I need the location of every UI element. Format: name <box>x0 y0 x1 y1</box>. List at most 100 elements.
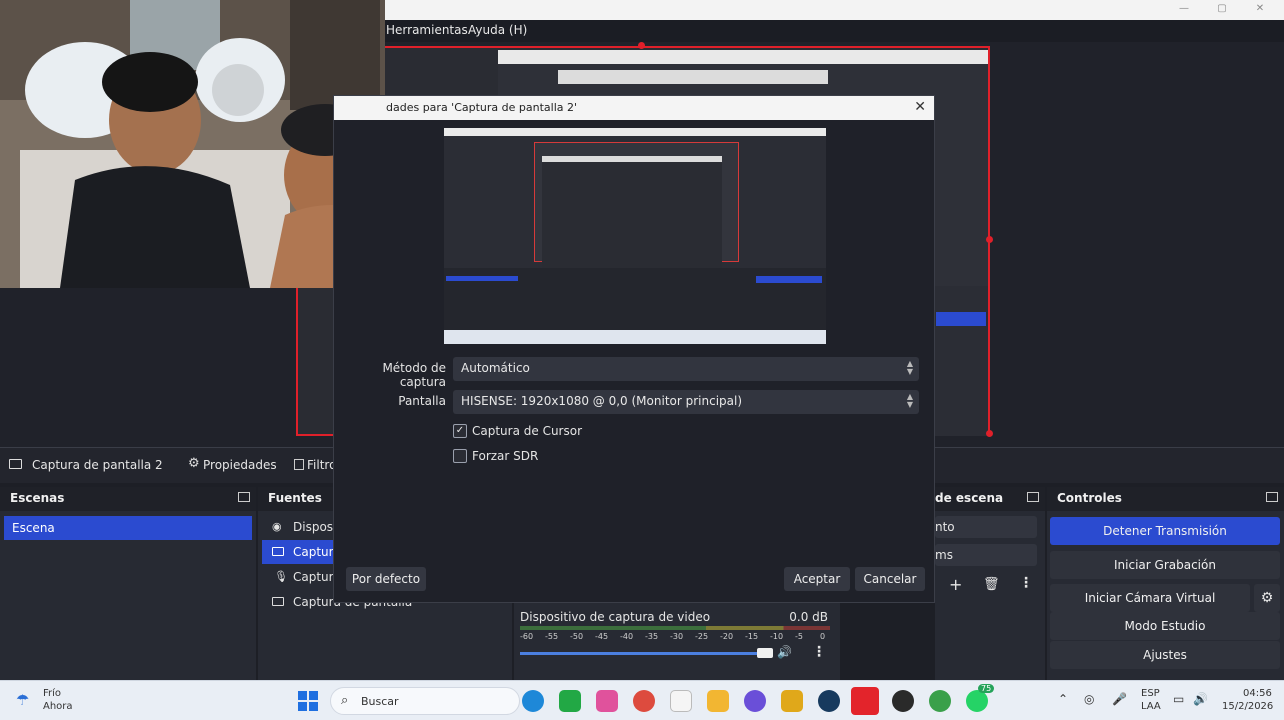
nested-dock <box>934 286 988 436</box>
undock-icon[interactable] <box>238 492 250 502</box>
folder-icon[interactable] <box>707 690 729 712</box>
microphone-icon[interactable]: 🎤 <box>1112 692 1127 706</box>
undock-icon[interactable] <box>1027 492 1039 502</box>
monitor-icon <box>9 459 22 469</box>
cancel-button[interactable]: Cancelar <box>855 567 925 591</box>
language-sub: LAA <box>1141 701 1161 712</box>
display-icon[interactable]: ▭ <box>1173 692 1184 706</box>
copilot-icon[interactable] <box>596 690 618 712</box>
volume-slider-handle[interactable] <box>757 648 773 658</box>
language-label[interactable]: ESP <box>1141 688 1160 699</box>
menu-herramientas[interactable]: Herramientas <box>386 23 468 37</box>
meter-tick-label: -45 <box>595 632 609 641</box>
capture-method-value: Automático <box>461 361 530 375</box>
monitor-icon <box>272 547 284 556</box>
search-placeholder: Buscar <box>361 695 399 708</box>
search-box[interactable]: ⌕ Buscar <box>330 687 520 715</box>
meter-tick-label: -35 <box>645 632 659 641</box>
force-sdr-label: Forzar SDR <box>472 449 539 463</box>
controls-title: Controles <box>1047 487 1284 511</box>
display-label: Pantalla <box>398 394 446 408</box>
play-icon[interactable] <box>559 690 581 712</box>
more-icon[interactable]: ⋮ <box>812 644 826 660</box>
capture-method-select[interactable]: Automático ▲ ▼ <box>453 357 919 381</box>
close-icon[interactable]: ✕ <box>914 99 926 115</box>
dialog-title: dades para 'Captura de pantalla 2' <box>334 96 934 120</box>
scenes-dock: Escenas Escena <box>0 487 256 680</box>
chevron-up-icon[interactable]: ⌃ <box>1058 692 1068 706</box>
capture-cursor-label: Captura de Cursor <box>472 424 583 438</box>
weather-icon[interactable]: ☂ <box>16 691 29 709</box>
resize-handle-corner[interactable] <box>986 430 993 437</box>
app-icon[interactable] <box>744 690 766 712</box>
meter-tick-label: -15 <box>745 632 759 641</box>
chrome-profile-icon[interactable] <box>929 690 951 712</box>
rockstar-icon[interactable] <box>781 690 803 712</box>
webcam-feed <box>0 0 385 288</box>
studio-mode-button[interactable]: Modo Estudio <box>1050 612 1280 640</box>
preview-highlight <box>446 276 518 281</box>
meter-tick-label: -5 <box>795 632 803 641</box>
dialog-preview <box>444 128 826 344</box>
steam-icon[interactable] <box>818 690 840 712</box>
gear-icon[interactable]: ⚙ <box>188 456 200 471</box>
resize-handle-right[interactable] <box>986 236 993 243</box>
source-name: Captura de pantalla 2 <box>32 458 163 472</box>
capture-cursor-checkbox[interactable]: ✓ <box>453 424 467 438</box>
updown-icon: ▲ ▼ <box>906 359 913 376</box>
chrome-icon[interactable] <box>633 690 655 712</box>
opera-icon[interactable] <box>851 687 879 715</box>
maximize-icon[interactable]: ▢ <box>1212 3 1232 17</box>
resize-handle-top[interactable] <box>638 42 645 49</box>
accept-button[interactable]: Aceptar <box>784 567 850 591</box>
transition-duration[interactable]: ms <box>935 544 1037 566</box>
meter-tick-label: 0 <box>820 632 826 641</box>
nested-highlight <box>936 312 986 326</box>
virtual-camera-button[interactable]: Iniciar Cámara Virtual <box>1050 584 1250 612</box>
whatsapp-icon[interactable]: 75 <box>966 684 995 712</box>
add-icon[interactable]: + <box>949 575 962 594</box>
filters-button[interactable]: Filtro <box>307 458 336 472</box>
properties-dialog: dades para 'Captura de pantalla 2' ✕ Mét… <box>333 95 935 603</box>
meter-tick-label: -20 <box>720 632 734 641</box>
file-icon[interactable] <box>670 690 692 712</box>
obs-icon[interactable] <box>892 690 914 712</box>
scene-item[interactable]: Escena <box>4 516 252 540</box>
menu-ayuda[interactable]: Ayuda (H) <box>468 23 527 37</box>
webcam-image <box>0 0 385 288</box>
meter-tick-label: -60 <box>520 632 534 641</box>
undock-icon[interactable] <box>1266 492 1278 502</box>
start-recording-button[interactable]: Iniciar Grabación <box>1050 551 1280 579</box>
stop-stream-button[interactable]: Detener Transmisión <box>1050 517 1280 545</box>
transitions-dock: de escena nto ms + 🗑 ⋮ <box>935 487 1045 680</box>
mixer-device-name: Dispositivo de captura de video <box>520 610 711 624</box>
camera-icon: ◉ <box>272 520 282 533</box>
default-button[interactable]: Por defecto <box>346 567 426 591</box>
display-value: HISENSE: 1920x1080 @ 0,0 (Monitor princi… <box>461 394 743 408</box>
gear-icon[interactable]: ⚙ <box>1254 584 1280 612</box>
force-sdr-checkbox[interactable] <box>453 449 467 463</box>
meter-tick-label: -55 <box>545 632 559 641</box>
network-icon[interactable]: ◎ <box>1084 692 1094 706</box>
start-icon[interactable] <box>298 691 318 711</box>
volume-slider[interactable] <box>520 652 770 655</box>
transition-select[interactable]: nto <box>935 516 1037 538</box>
settings-button[interactable]: Ajustes <box>1050 641 1280 669</box>
display-select[interactable]: HISENSE: 1920x1080 @ 0,0 (Monitor princi… <box>453 390 919 414</box>
more-icon[interactable]: ⋮ <box>1019 575 1033 591</box>
capture-method-label: Método de captura <box>382 361 446 389</box>
close-icon[interactable]: ✕ <box>1250 3 1270 17</box>
meter-tick-label: -10 <box>770 632 784 641</box>
preview-docks <box>444 268 826 330</box>
trash-icon[interactable]: 🗑 <box>983 577 1000 592</box>
edge-icon[interactable] <box>522 690 544 712</box>
speaker-icon[interactable]: 🔊 <box>777 645 792 659</box>
properties-button[interactable]: Propiedades <box>203 458 277 472</box>
filter-icon <box>294 459 304 470</box>
mixer-level: 0.0 dB <box>789 610 828 624</box>
speaker-icon[interactable]: 🔊 <box>1193 692 1208 706</box>
preview-highlight <box>756 276 822 283</box>
clock-time[interactable]: 04:56 <box>1243 688 1272 699</box>
dialog-title-text: dades para 'Captura de pantalla 2' <box>386 101 578 114</box>
minimize-icon[interactable]: — <box>1174 3 1194 17</box>
